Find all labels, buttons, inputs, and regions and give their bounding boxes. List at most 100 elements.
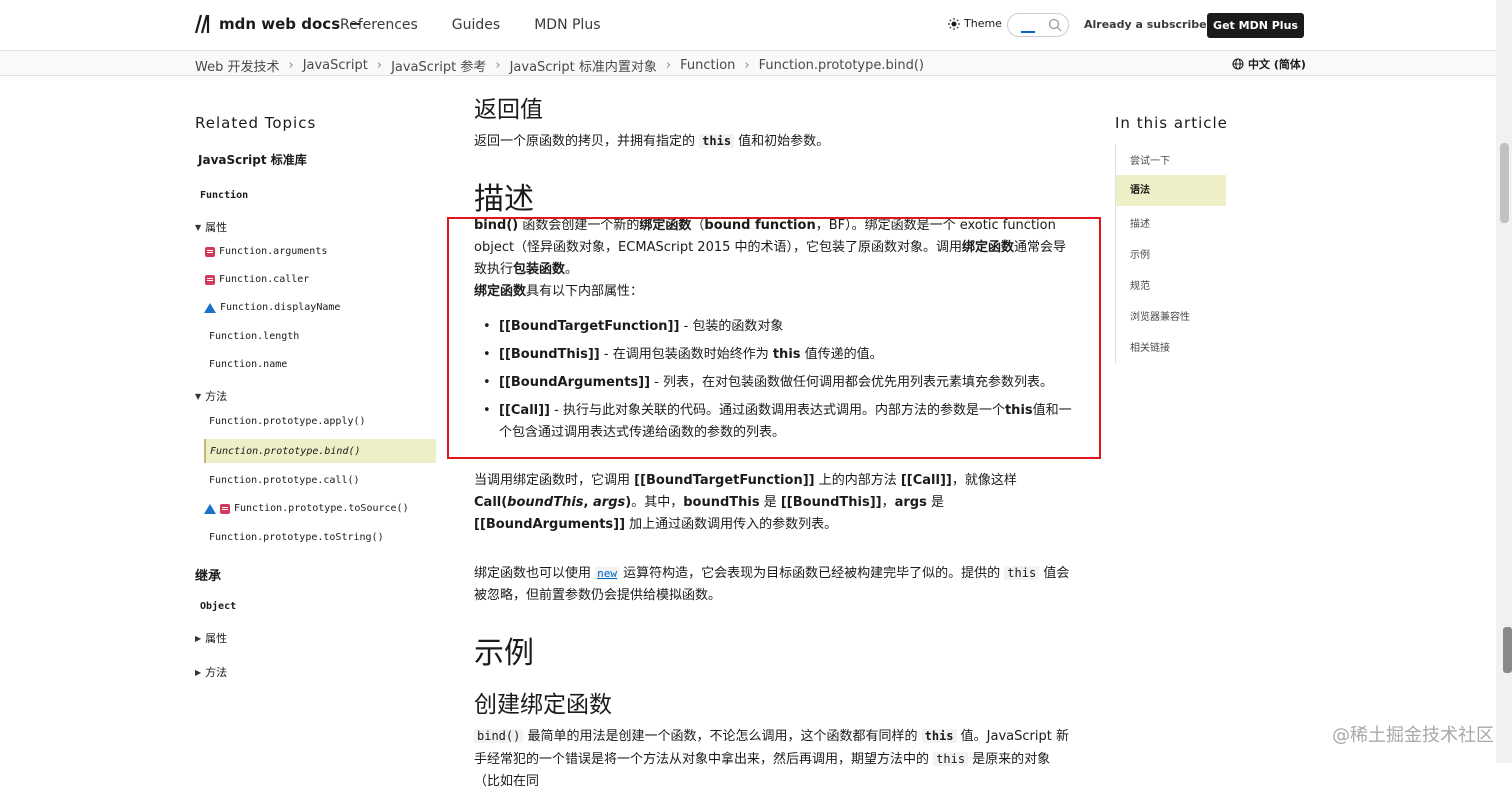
breadcrumb-item-builtins[interactable]: JavaScript 标准内置对象 — [510, 56, 657, 75]
sidebar-item-label: Function — [200, 190, 249, 201]
experimental-icon — [204, 302, 216, 313]
sidebar-item-tostring[interactable]: Function.prototype.toString() — [209, 532, 384, 543]
breadcrumb-item-js-reference[interactable]: JavaScript 参考 — [391, 56, 486, 75]
nav-references[interactable]: References — [340, 17, 418, 33]
bold-run: boundThis — [683, 495, 760, 510]
already-subscriber-link[interactable]: Already a subscriber? — [1084, 18, 1218, 31]
text-run: 最简单的用法是创建一个函数，不论怎么调用，这个函数都有同样的 — [523, 729, 922, 744]
sidebar-item-label: 属性 — [205, 221, 228, 234]
inline-code: this — [921, 729, 957, 743]
bold-run: args — [894, 495, 927, 510]
sidebar-item-label: Function.displayName — [220, 302, 341, 313]
sidebar-group-object-methods[interactable]: ▶ 方法 — [195, 664, 227, 680]
breadcrumb-item-bind[interactable]: Function.prototype.bind() — [759, 58, 924, 73]
sidebar-item-label: Object — [200, 601, 237, 612]
toc-item-description[interactable]: 描述 — [1130, 215, 1150, 230]
text-run: 当调用绑定函数时，它调用 — [474, 473, 635, 488]
breadcrumb-item-web[interactable]: Web 开发技术 — [195, 56, 279, 75]
nav-mdn-plus[interactable]: MDN Plus — [534, 17, 600, 33]
sidebar-item-label: Function.prototype.toString() — [209, 532, 384, 543]
new-operator-link[interactable]: new — [595, 567, 620, 580]
heading-return-value: 返回值 — [474, 97, 543, 123]
sidebar-item-tosource[interactable]: Function.prototype.toSource() — [204, 503, 409, 514]
side-handle[interactable] — [1503, 627, 1512, 673]
sidebar-item-length[interactable]: Function.length — [209, 331, 299, 342]
sidebar-item-name[interactable]: Function.name — [209, 359, 287, 370]
return-paragraph: 返回一个原函数的拷贝，并拥有指定的 this 值和初始参数。 — [474, 130, 1074, 153]
sidebar-item-label: Function.prototype.toSource() — [234, 503, 409, 514]
toc-item-try[interactable]: 尝试一下 — [1130, 152, 1170, 167]
scrollbar-thumb[interactable] — [1500, 143, 1509, 223]
sidebar-item-label: Function.caller — [219, 274, 310, 285]
italic-run: args — [593, 495, 626, 510]
sidebar-item-call[interactable]: Function.prototype.call() — [209, 475, 360, 486]
deprecated-icon — [205, 274, 215, 285]
toc-item-compatibility[interactable]: 浏览器兼容性 — [1130, 308, 1190, 323]
sidebar-item-apply[interactable]: Function.prototype.apply() — [209, 416, 366, 427]
sidebar-group-properties[interactable]: ▼ 属性 — [195, 219, 227, 235]
toc: 尝试一下 语法 描述 示例 规范 浏览器兼容性 相关链接 — [1115, 144, 1226, 364]
toc-item-specifications[interactable]: 规范 — [1130, 277, 1150, 292]
globe-icon — [1232, 58, 1244, 70]
breadcrumb-item-function[interactable]: Function — [680, 58, 735, 73]
inline-code: this — [699, 134, 735, 148]
deprecated-icon — [220, 503, 230, 514]
nav-guides[interactable]: Guides — [452, 17, 500, 33]
caret-right-icon: ▶ — [195, 633, 202, 643]
search-input[interactable] — [1007, 13, 1069, 37]
theme-button[interactable]: Theme — [948, 17, 1002, 30]
create-paragraph: bind() 最简单的用法是创建一个函数，不论怎么调用，这个函数都有同样的 th… — [474, 725, 1074, 793]
sidebar-group-methods[interactable]: ▼ 方法 — [195, 388, 227, 404]
sidebar-item-displayname[interactable]: Function.displayName — [204, 302, 340, 313]
text-run: ， — [881, 495, 895, 510]
bold-run: [[Call]] — [900, 473, 952, 488]
watermark: @稀土掘金技术社区 — [1332, 725, 1494, 746]
breadcrumb-bar: Web 开发技术 › JavaScript › JavaScript 参考 › … — [0, 51, 1496, 76]
main-nav: References Guides MDN Plus — [340, 17, 600, 33]
sidebar-item-bind[interactable]: Function.prototype.bind() — [204, 439, 436, 463]
mdn-logo-icon — [195, 14, 210, 34]
caret-down-icon: ▼ — [195, 222, 202, 232]
text-run: 是 — [759, 495, 781, 510]
sidebar-item-function[interactable]: Function — [200, 190, 248, 201]
sidebar-group-object-properties[interactable]: ▶ 属性 — [195, 630, 227, 646]
toc-item-see-also[interactable]: 相关链接 — [1130, 339, 1170, 354]
sidebar-item-label: Function.arguments — [219, 246, 328, 257]
annotation-box — [447, 217, 1101, 459]
caret-down-icon: ▼ — [195, 391, 202, 401]
get-mdn-plus-button[interactable]: Get MDN Plus — [1207, 13, 1304, 38]
sidebar-item-object[interactable]: Object — [200, 601, 236, 612]
search-caret — [1021, 31, 1035, 33]
heading-description: 描述 — [474, 182, 534, 217]
sidebar-item-arguments[interactable]: Function.arguments — [205, 246, 327, 257]
text-run: 是 — [926, 495, 944, 510]
text-run: 。其中， — [631, 495, 684, 510]
text-run: ，就像这样 — [951, 473, 1017, 488]
toc-item-examples[interactable]: 示例 — [1130, 246, 1150, 261]
sidebar-item-caller[interactable]: Function.caller — [205, 274, 309, 285]
sidebar-item-label: Function.prototype.call() — [209, 475, 360, 486]
inline-code: this — [933, 752, 969, 766]
toc-item-syntax[interactable]: 语法 — [1116, 175, 1226, 206]
language-switcher[interactable]: 中文 (简体) — [1232, 56, 1306, 72]
text-run: 上的内部方法 — [814, 473, 901, 488]
breadcrumb-separator: › — [744, 58, 750, 73]
breadcrumb: Web 开发技术 › JavaScript › JavaScript 参考 › … — [195, 56, 924, 75]
text-run: 绑定函数也可以使用 — [474, 566, 596, 581]
bold-run: Call( — [474, 495, 508, 510]
search-icon[interactable] — [1048, 18, 1062, 32]
breadcrumb-separator: › — [665, 58, 672, 73]
breadcrumb-item-javascript[interactable]: JavaScript — [303, 58, 368, 73]
sidebar-item-label: 方法 — [205, 666, 228, 679]
sidebar-item-label: 方法 — [205, 390, 228, 403]
sidebar-item-label: Function.name — [209, 359, 288, 370]
inline-code: bind() — [474, 729, 524, 743]
bold-run: [[BoundTargetFunction]] — [634, 473, 815, 488]
text-run: 返回一个原函数的拷贝，并拥有指定的 — [474, 134, 700, 149]
deprecated-icon — [205, 246, 215, 257]
inline-code: this — [1004, 566, 1040, 580]
bold-run: , — [583, 495, 594, 510]
experimental-icon — [204, 503, 216, 514]
breadcrumb-separator: › — [495, 58, 501, 73]
mdn-logo[interactable]: mdn web docs — [195, 14, 361, 34]
